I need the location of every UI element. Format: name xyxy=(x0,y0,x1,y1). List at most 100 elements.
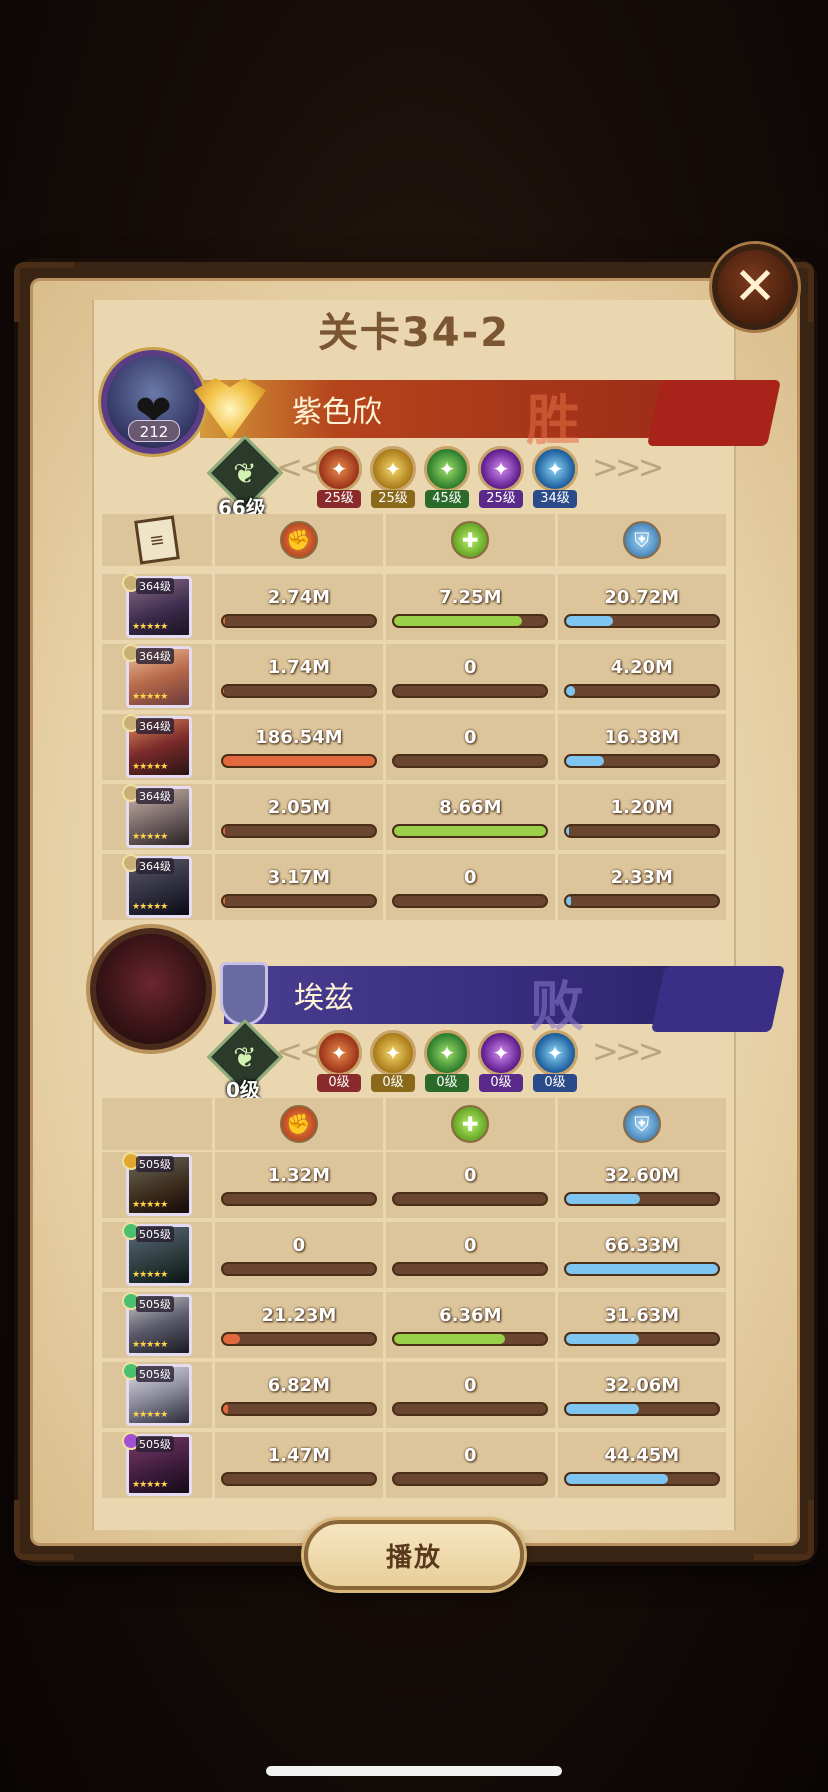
dmg-value: 3.17M xyxy=(267,866,331,888)
hero-stat-row: 364级 ★★★★★ 186.54M 0 16.38M xyxy=(102,714,726,780)
def-value: 4.20M xyxy=(610,656,673,678)
def-bar xyxy=(563,1261,720,1276)
def-stat-cell: 44.45M xyxy=(557,1432,726,1498)
def-stat-cell: 16.38M xyxy=(557,714,726,780)
faction-graveborn-icon[interactable]: ✦ xyxy=(478,446,524,492)
heal-bar xyxy=(392,1261,549,1276)
divider-ornament: >>> xyxy=(592,1032,664,1070)
hero-stat-row: 364级 ★★★★★ 2.74M 7.25M 20.72M xyxy=(102,574,726,640)
hero-level: 505级 xyxy=(136,1436,174,1452)
faction-level: 0级 xyxy=(371,1074,415,1092)
hero-stat-row: 505级 ★★★★★ 1.47M 0 44.45M xyxy=(102,1432,726,1498)
banner-flag xyxy=(650,966,786,1032)
heal-bar-fill xyxy=(394,825,547,836)
faction-level: 0级 xyxy=(533,1074,577,1092)
hero-stat-row: 505级 ★★★★★ 1.32M 0 32.60M xyxy=(102,1152,726,1218)
def-value: 32.60M xyxy=(604,1164,680,1186)
faction-graveborn-icon[interactable]: ✦ xyxy=(478,1030,524,1076)
dmg-value: 2.74M xyxy=(267,586,331,608)
dmg-bar xyxy=(220,823,377,838)
loser-name: 埃兹 xyxy=(294,981,354,1016)
dmg-value: 0 xyxy=(292,1234,306,1256)
tree-icon: ❦ xyxy=(233,456,257,490)
hero-stars: ★★★★★ xyxy=(132,622,168,632)
dmg-bar xyxy=(220,1471,377,1486)
def-value: 16.38M xyxy=(604,726,680,748)
faction-level: 25级 xyxy=(479,490,523,508)
heal-stat-cell: 0 xyxy=(386,1222,555,1288)
heal-icon: ✚ xyxy=(451,521,490,559)
hero-level: 505级 xyxy=(136,1366,174,1382)
heal-bar-fill xyxy=(394,615,522,626)
def-value: 31.63M xyxy=(604,1304,680,1326)
def-bar xyxy=(563,613,720,628)
stage-title: 关卡34-2 xyxy=(317,310,511,356)
faction-wilder-icon[interactable]: ✦ xyxy=(424,1030,470,1076)
hero-stars: ★★★★★ xyxy=(132,1480,168,1490)
dmg-stat-cell: 186.54M xyxy=(214,714,384,780)
dmg-value: 6.82M xyxy=(267,1374,331,1396)
play-button[interactable]: 播放 xyxy=(304,1520,524,1590)
def-bar-fill xyxy=(565,895,572,906)
dmg-value: 21.23M xyxy=(261,1304,337,1326)
dmg-value: 1.32M xyxy=(267,1164,331,1186)
def-value: 66.33M xyxy=(604,1234,680,1256)
heal-value: 0 xyxy=(464,726,477,748)
faction-mauler-icon[interactable]: ✦ xyxy=(370,446,416,492)
faction-celestial-icon[interactable]: ✦ xyxy=(532,446,578,492)
def-bar xyxy=(563,1471,720,1486)
dmg-bar xyxy=(220,893,377,908)
play-button-label: 播放 xyxy=(385,1542,442,1573)
hero-stat-row: 505级 ★★★★★ 21.23M 6.36M 31.63M xyxy=(102,1292,726,1358)
dmg-bar xyxy=(220,1331,377,1346)
faction-level: 25级 xyxy=(317,490,361,508)
def-bar-fill xyxy=(565,1473,668,1484)
dmg-stat-cell: 2.74M xyxy=(214,574,384,640)
dmg-bar-fill xyxy=(222,1333,240,1344)
hero-stars: ★★★★★ xyxy=(132,762,168,772)
faction-mauler-icon[interactable]: ✦ xyxy=(370,1030,416,1076)
hero-stars: ★★★★★ xyxy=(132,832,168,842)
heal-stat-cell: 6.36M xyxy=(386,1292,555,1358)
def-stat-cell: 2.33M xyxy=(557,854,726,920)
def-bar-fill xyxy=(565,1403,639,1414)
faction-lightbearer-icon[interactable]: ✦ xyxy=(316,1030,362,1076)
hero-stars: ★★★★★ xyxy=(132,692,168,702)
def-bar-fill xyxy=(565,1193,641,1204)
dmg-stat-cell: 3.17M xyxy=(214,854,384,920)
document-icon[interactable]: ≡ xyxy=(133,515,180,565)
def-bar-fill xyxy=(565,755,604,766)
def-bar-fill xyxy=(565,615,613,626)
loser-avatar[interactable] xyxy=(90,928,212,1050)
winner-banner: 紫色欣 胜 xyxy=(200,380,782,452)
faction-wilder-icon[interactable]: ✦ xyxy=(424,446,470,492)
heal-bar xyxy=(392,1471,549,1486)
hero-level: 505级 xyxy=(136,1156,174,1172)
dmg-bar-fill xyxy=(222,1403,229,1414)
faction-level: 25级 xyxy=(371,490,415,508)
dmg-stat-cell: 21.23M xyxy=(214,1292,384,1358)
hero-level: 364级 xyxy=(136,858,174,874)
stats-header-row: ✊ ✚ ⛨ xyxy=(102,1098,726,1150)
hero-stars: ★★★★★ xyxy=(132,1270,168,1280)
hero-stat-row: 364级 ★★★★★ 2.05M 8.66M 1.20M xyxy=(102,784,726,850)
hero-stars: ★★★★★ xyxy=(132,1410,168,1420)
def-bar-fill xyxy=(565,685,575,696)
hero-stat-row: 505级 ★★★★★ 6.82M 0 32.06M xyxy=(102,1362,726,1428)
def-bar xyxy=(563,753,720,768)
home-indicator[interactable] xyxy=(266,1766,562,1776)
def-bar xyxy=(563,823,720,838)
damage-icon: ✊ xyxy=(279,1105,318,1143)
hero-stat-row: 505级 ★★★★★ 0 0 66.33M xyxy=(102,1222,726,1288)
faction-celestial-icon[interactable]: ✦ xyxy=(532,1030,578,1076)
faction-lightbearer-icon[interactable]: ✦ xyxy=(316,446,362,492)
def-bar-fill xyxy=(565,825,569,836)
divider-ornament: >>> xyxy=(592,448,664,486)
hero-level: 505级 xyxy=(136,1226,174,1242)
faction-level: 0级 xyxy=(479,1074,523,1092)
def-value: 32.06M xyxy=(604,1374,680,1396)
hero-level: 505级 xyxy=(136,1296,174,1312)
banner-flag xyxy=(646,380,782,446)
heal-value: 8.66M xyxy=(439,796,502,818)
dmg-stat-cell: 1.74M xyxy=(214,644,384,710)
